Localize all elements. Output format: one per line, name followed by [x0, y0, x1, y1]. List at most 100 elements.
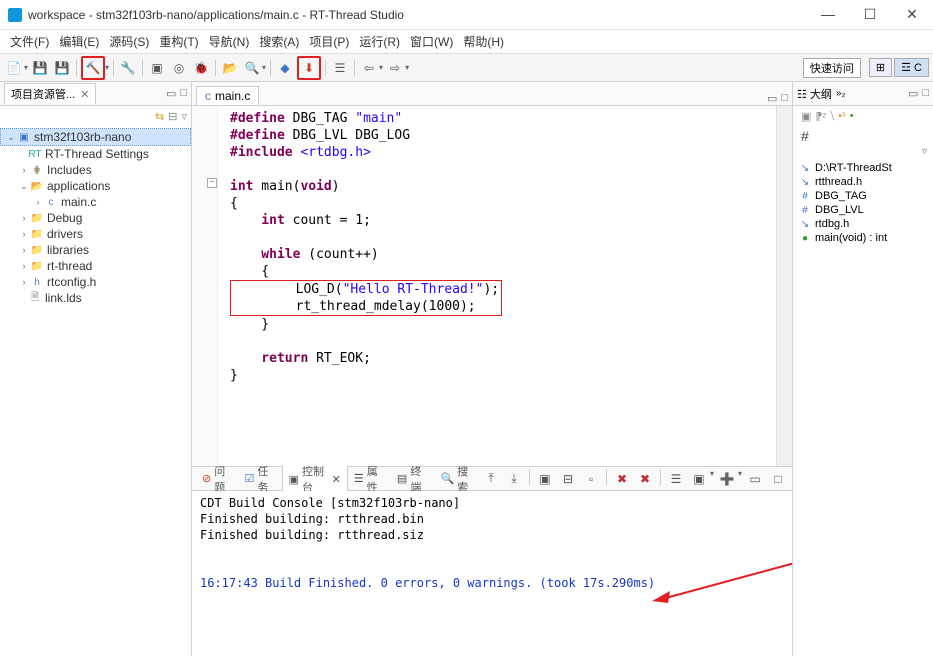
titlebar: workspace - stm32f103rb-nano/application… — [0, 0, 933, 30]
outline-more-icon[interactable]: • — [850, 110, 854, 122]
list-icon[interactable]: ☰ — [330, 58, 350, 78]
bottom-tabs: ⊘问题 ☑任务 ▣控制台 ✕ ☰属性 ▤终端 🔍搜索 ⤒ ⤓ ▣ ⊟ ▫ ✖ ✖ — [192, 467, 792, 491]
menu-search[interactable]: 搜索(A) — [255, 31, 303, 52]
search-icon[interactable]: 🔍 — [242, 58, 262, 78]
forward-icon[interactable]: ⇨ — [385, 58, 405, 78]
window-title: workspace - stm32f103rb-nano/application… — [28, 8, 815, 22]
code-editor[interactable]: − #define DBG_TAG "main" #define DBG_LVL… — [192, 106, 792, 466]
maximize-view-icon[interactable]: □ — [180, 87, 187, 100]
annotation-arrow — [652, 561, 792, 621]
outline-tab[interactable]: ☷ 大纲 — [797, 86, 832, 102]
tree-debug[interactable]: ›📁Debug — [0, 210, 191, 226]
target-icon[interactable]: ◎ — [169, 58, 189, 78]
console-remove-icon[interactable]: ✖ — [612, 469, 632, 489]
debug-icon[interactable]: 🐞 — [191, 58, 211, 78]
quick-access-input[interactable]: 快速访问 — [803, 58, 861, 78]
code-content: #define DBG_TAG "main" #define DBG_LVL D… — [218, 106, 776, 466]
maximize-button[interactable]: ☐ — [857, 6, 883, 23]
new-icon[interactable]: 📄 — [4, 58, 24, 78]
menu-refactor[interactable]: 重构(T) — [155, 31, 202, 52]
save-icon[interactable]: 💾 — [30, 58, 50, 78]
tree-includes[interactable]: ›⋕Includes — [0, 162, 191, 178]
menu-help[interactable]: 帮助(H) — [459, 31, 508, 52]
build-icon[interactable]: 🔨 — [81, 56, 105, 80]
explorer-tab[interactable]: 项目资源管... ✕ — [4, 83, 96, 104]
outline-menu-icon[interactable]: ▿ — [793, 146, 933, 157]
console-new-icon[interactable]: ➕ — [717, 469, 737, 489]
tree-rt-settings[interactable]: RTRT-Thread Settings — [0, 146, 191, 162]
c-file-icon: c — [205, 89, 211, 103]
perspective-open-icon[interactable]: ⊞ — [869, 58, 892, 77]
editor-gutter: − — [192, 106, 218, 466]
console-pin-icon[interactable]: ▣ — [535, 469, 555, 489]
wrench-icon[interactable]: 🔧 — [118, 58, 138, 78]
console-removeall-icon[interactable]: ✖ — [635, 469, 655, 489]
outline-az-icon[interactable]: ⁋ᶻ — [815, 110, 826, 123]
menu-run[interactable]: 运行(R) — [355, 31, 404, 52]
tree-rtconfig-h[interactable]: ›hrtconfig.h — [0, 274, 191, 290]
console-lock-icon[interactable]: ⊟ — [558, 469, 578, 489]
collapse-all-icon[interactable]: ⊟ — [168, 110, 177, 123]
console-down-icon[interactable]: ⤓ — [504, 469, 524, 489]
menu-edit[interactable]: 编辑(E) — [55, 31, 103, 52]
outline-rtthread-h[interactable]: ↘rtthread.h — [797, 175, 929, 189]
maximize-view-icon[interactable]: □ — [768, 469, 788, 489]
outline-tree: ↘D:\RT-ThreadSt ↘rtthread.h #DBG_TAG #DB… — [793, 157, 933, 656]
save-all-icon[interactable]: 💾 — [52, 58, 72, 78]
outline-dbg-lvl[interactable]: #DBG_LVL — [797, 203, 929, 217]
editor-scrollbar[interactable] — [776, 106, 792, 466]
outline-rtdbg-h[interactable]: ↘rtdbg.h — [797, 217, 929, 231]
explorer-header: 项目资源管... ✕ ▭ □ — [0, 82, 191, 106]
menu-file[interactable]: 文件(F) — [6, 31, 53, 52]
tree-main-c[interactable]: ›cmain.c — [0, 194, 191, 210]
tree-libraries[interactable]: ›📁libraries — [0, 242, 191, 258]
menu-window[interactable]: 窗口(W) — [406, 31, 457, 52]
center-area: c main.c ▭ □ − #define DBG_TAG "main" #d… — [192, 82, 793, 656]
maximize-editor-icon[interactable]: □ — [781, 92, 788, 105]
link-editor-icon[interactable]: ⇆ — [155, 110, 164, 123]
maximize-view-icon[interactable]: □ — [922, 87, 929, 100]
editor-tab-main[interactable]: c main.c — [196, 86, 259, 105]
console-wrap-icon[interactable]: ☰ — [666, 469, 686, 489]
minimize-button[interactable]: — — [815, 6, 841, 23]
menu-project[interactable]: 项目(P) — [305, 31, 353, 52]
outline-dbg-tag[interactable]: #DBG_TAG — [797, 189, 929, 203]
book-icon[interactable]: ◆ — [275, 58, 295, 78]
console-up-icon[interactable]: ⤒ — [481, 469, 501, 489]
minimize-view-icon[interactable]: ▭ — [745, 469, 765, 489]
minimize-editor-icon[interactable]: ▭ — [767, 92, 777, 105]
close-button[interactable]: ✕ — [899, 6, 925, 23]
tree-rt-thread[interactable]: ›📁rt-thread — [0, 258, 191, 274]
outline-main-fn[interactable]: ●main(void) : int — [797, 231, 929, 245]
menu-source[interactable]: 源码(S) — [105, 31, 153, 52]
tree-project-root[interactable]: ⌄▣ stm32f103rb-nano — [0, 128, 191, 146]
console-output[interactable]: CDT Build Console [stm32f103rb-nano] Fin… — [192, 491, 792, 656]
minimize-view-icon[interactable]: ▭ — [908, 87, 918, 100]
perspective-c[interactable]: ☲ C — [894, 58, 929, 77]
console-clear-icon[interactable]: ▫ — [581, 469, 601, 489]
menu-navigate[interactable]: 导航(N) — [205, 31, 254, 52]
close-icon[interactable]: ✕ — [332, 473, 341, 486]
minimize-view-icon[interactable]: ▭ — [166, 87, 176, 100]
outline-hide-icon[interactable]: ⧹ — [830, 110, 834, 123]
folder-open-icon[interactable]: 📂 — [220, 58, 240, 78]
outline-path[interactable]: ↘D:\RT-ThreadSt — [797, 161, 929, 175]
view-menu-icon[interactable]: ▿ — [181, 110, 187, 123]
window-icon[interactable]: ▣ — [147, 58, 167, 78]
download-icon[interactable]: ⬇ — [297, 56, 321, 80]
hash-label: # — [793, 126, 933, 146]
outline-filter-icon[interactable]: •ˢ — [838, 110, 846, 122]
main-area: 项目资源管... ✕ ▭ □ ⇆ ⊟ ▿ ⌄▣ stm32f103rb-nano… — [0, 82, 933, 656]
tree-drivers[interactable]: ›📁drivers — [0, 226, 191, 242]
app-icon — [8, 8, 22, 22]
console-line: Finished building: rtthread.siz — [200, 527, 784, 543]
back-icon[interactable]: ⇦ — [359, 58, 379, 78]
menubar: 文件(F) 编辑(E) 源码(S) 重构(T) 导航(N) 搜索(A) 项目(P… — [0, 30, 933, 54]
outline-toolbar: ▣ ⁋ᶻ ⧹ •ˢ • — [793, 106, 933, 126]
tree-applications[interactable]: ⌄📂applications — [0, 178, 191, 194]
tree-link-lds[interactable]: 🗎link.lds — [0, 290, 191, 306]
close-icon[interactable]: ✕ — [80, 88, 89, 101]
outline-sort-icon[interactable]: ▣ — [801, 110, 811, 123]
console-switch-icon[interactable]: ▣ — [689, 469, 709, 489]
outline-header: ☷ 大纲 »₂ ▭ □ — [793, 82, 933, 106]
